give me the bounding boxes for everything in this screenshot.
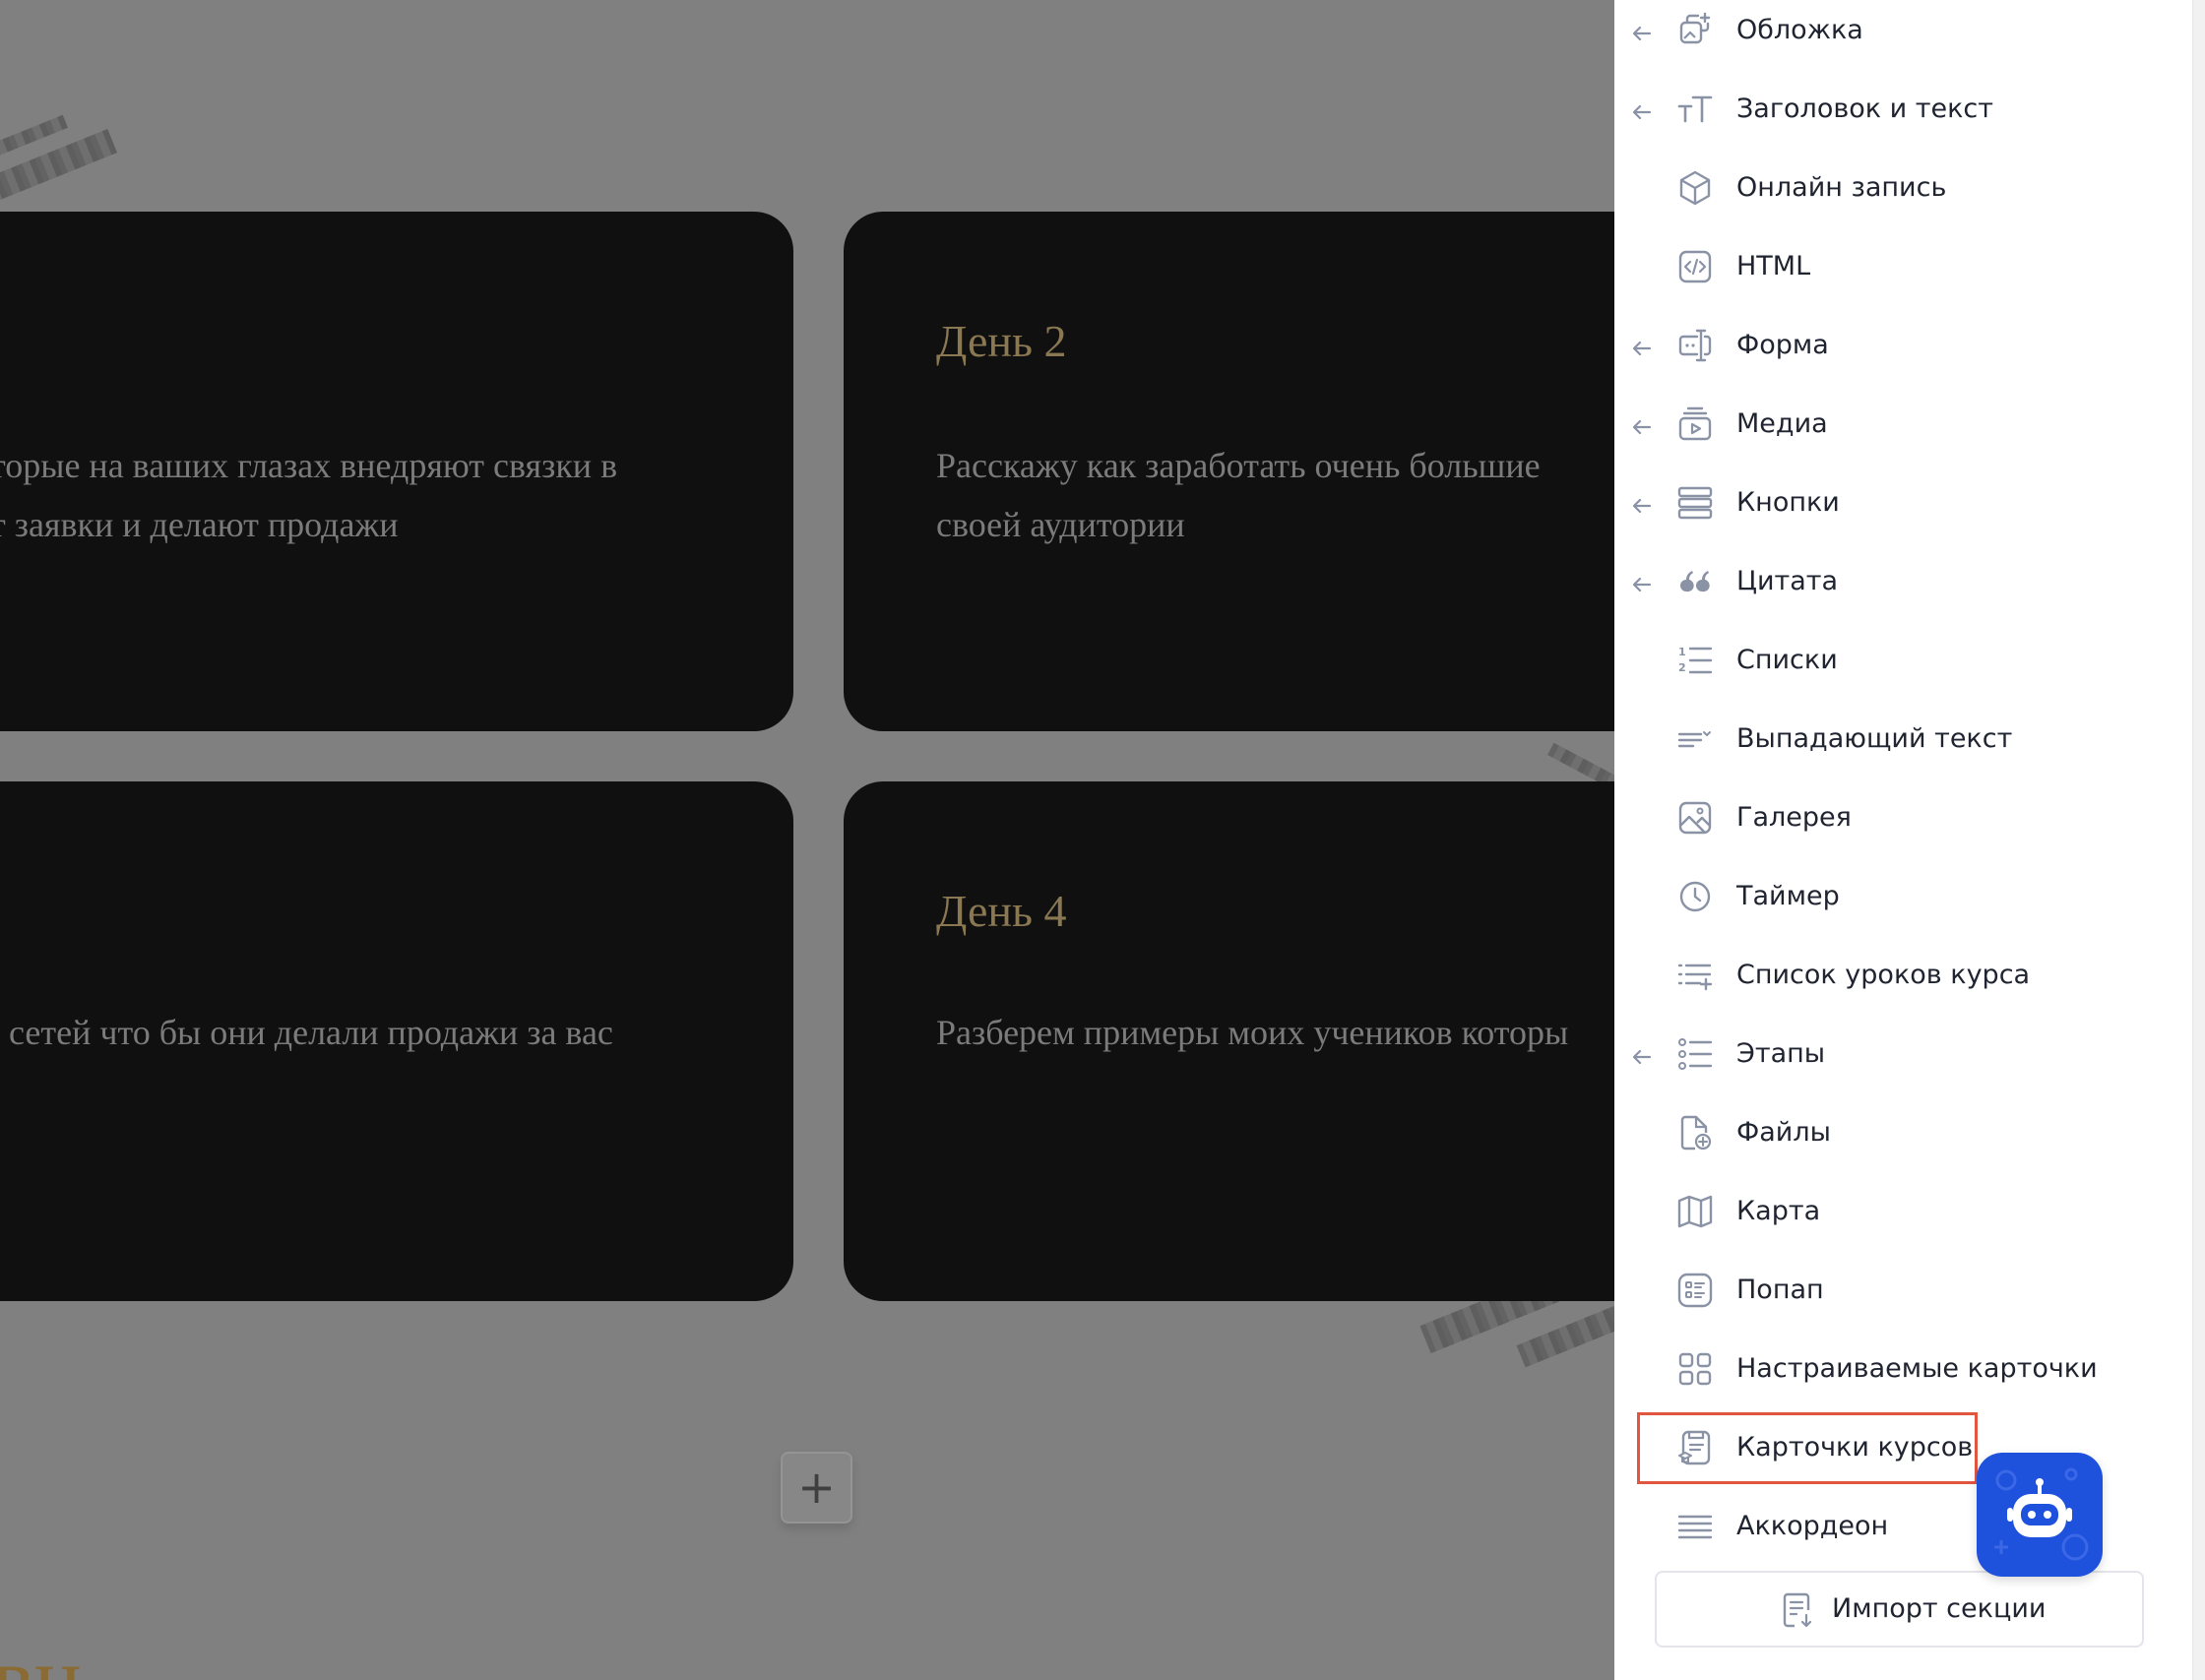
block-item-dropdown-text[interactable]: Выпадающий текст [1614, 709, 2192, 787]
arrow-left-icon [1628, 1043, 1656, 1071]
block-item-label: Аккордеон [1736, 1511, 1889, 1541]
block-item-label: Таймер [1736, 881, 1840, 911]
program-day-card[interactable]: торые на ваших глазах внедряют связки в … [0, 212, 793, 731]
assistant-bot-button[interactable] [1977, 1453, 2103, 1577]
card-description: Разберем примеры моих учеников которы [936, 1013, 1569, 1052]
block-item-heading-text[interactable]: Заголовок и текст [1614, 79, 2192, 157]
program-day-card[interactable]: сетей что бы они делали продажи за вас [0, 781, 793, 1301]
clock-icon [1675, 877, 1715, 916]
program-day-card[interactable]: День 4 Разберем примеры моих учеников ко… [844, 781, 1614, 1301]
course-cards-icon [1675, 1428, 1715, 1467]
import-file-icon [1779, 1590, 1816, 1628]
block-item-label: Карта [1736, 1196, 1821, 1226]
import-section-label: Импорт секции [1832, 1593, 2047, 1624]
quote-icon [1675, 562, 1715, 601]
block-item-label: Файлы [1736, 1117, 1831, 1148]
block-item-label: Медиа [1736, 408, 1828, 439]
buttons-icon [1675, 483, 1715, 523]
accordion-icon [1675, 1507, 1715, 1546]
media-icon [1675, 404, 1715, 444]
panel-scrollbar[interactable] [2192, 0, 2205, 1680]
dropdown-text-icon [1675, 719, 1715, 759]
block-item-online-booking[interactable]: Онлайн запись [1614, 157, 2192, 236]
arrow-left-icon [1628, 98, 1656, 126]
block-item-course-cards[interactable]: Карточки курсов [1614, 1417, 2192, 1496]
block-item-label: HTML [1736, 251, 1811, 281]
arrow-left-icon [1628, 413, 1656, 441]
arrow-left-icon [1628, 335, 1656, 362]
block-item-course-lessons[interactable]: Список уроков курса [1614, 945, 2192, 1024]
block-item-label: Списки [1736, 645, 1838, 675]
gallery-icon [1675, 798, 1715, 838]
card-description: Расскажу как заработать очень большие св… [936, 446, 1541, 544]
block-item-label: Выпадающий текст [1736, 723, 2013, 754]
box-icon [1675, 168, 1715, 208]
block-item-label: Карточки курсов [1736, 1432, 1974, 1462]
card-description: сетей что бы они делали продажи за вас [0, 1013, 613, 1052]
block-item-label: Обложка [1736, 15, 1863, 45]
block-item-label: Цитата [1736, 566, 1839, 596]
block-item-stages[interactable]: Этапы [1614, 1024, 2192, 1102]
arrow-left-icon [1628, 492, 1656, 520]
cover-icon [1675, 11, 1715, 50]
form-icon [1675, 326, 1715, 365]
numbered-list-icon: 12 [1675, 641, 1715, 680]
block-item-quote[interactable]: Цитата [1614, 551, 2192, 630]
arrow-left-icon [1628, 20, 1656, 47]
block-item-cover[interactable]: Обложка [1614, 0, 2192, 79]
block-item-media[interactable]: Медиа [1614, 394, 2192, 472]
block-item-popup[interactable]: Попап [1614, 1260, 2192, 1338]
lesson-list-icon [1675, 956, 1715, 995]
steps-icon [1675, 1034, 1715, 1074]
block-item-label: Настраиваемые карточки [1736, 1353, 2098, 1384]
arrow-left-icon [1628, 571, 1656, 598]
block-item-lists[interactable]: 12 Списки [1614, 630, 2192, 709]
block-item-files[interactable]: Файлы [1614, 1102, 2192, 1181]
block-item-accordion[interactable]: Аккордеон [1614, 1496, 2192, 1575]
card-day-title: День 2 [936, 316, 1067, 366]
block-item-form[interactable]: Форма [1614, 315, 2192, 394]
file-icon [1675, 1113, 1715, 1152]
block-item-label: Заголовок и текст [1736, 93, 1994, 124]
add-block-button[interactable]: + [781, 1452, 852, 1524]
svg-text:2: 2 [1678, 661, 1686, 674]
block-item-html[interactable]: HTML [1614, 236, 2192, 315]
map-icon [1675, 1192, 1715, 1231]
cards-grid-icon [1675, 1349, 1715, 1389]
block-item-label: Список уроков курса [1736, 960, 2031, 990]
block-item-timer[interactable]: Таймер [1614, 866, 2192, 945]
page-canvas: торые на ваших глазах внедряют связки в … [0, 0, 1614, 1680]
card-day-title: День 4 [936, 886, 1067, 936]
text-size-icon [1675, 90, 1715, 129]
block-item-gallery[interactable]: Галерея [1614, 787, 2192, 866]
card-description: торые на ваших глазах внедряют связки в … [0, 446, 618, 544]
block-item-label: Онлайн запись [1736, 172, 1947, 203]
section-heading-fragment: вн [0, 1634, 158, 1680]
block-item-map[interactable]: Карта [1614, 1181, 2192, 1260]
popup-icon [1675, 1271, 1715, 1310]
block-library-panel: Обложка Заголовок и текст Онлайн запись … [1614, 0, 2192, 1680]
block-item-custom-cards[interactable]: Настраиваемые карточки [1614, 1338, 2192, 1417]
section-heading-text: вн [0, 1634, 82, 1680]
block-item-label: Кнопки [1736, 487, 1840, 518]
svg-text:1: 1 [1678, 646, 1686, 658]
block-item-label: Попап [1736, 1275, 1824, 1305]
block-item-label: Этапы [1736, 1038, 1826, 1069]
robot-icon [1977, 1453, 2103, 1577]
program-day-card[interactable]: День 2 Расскажу как заработать очень бол… [844, 212, 1614, 731]
block-item-label: Форма [1736, 330, 1829, 360]
block-item-label: Галерея [1736, 802, 1852, 833]
import-section-button[interactable]: Импорт секции [1655, 1571, 2144, 1648]
code-icon [1675, 247, 1715, 286]
block-item-buttons[interactable]: Кнопки [1614, 472, 2192, 551]
